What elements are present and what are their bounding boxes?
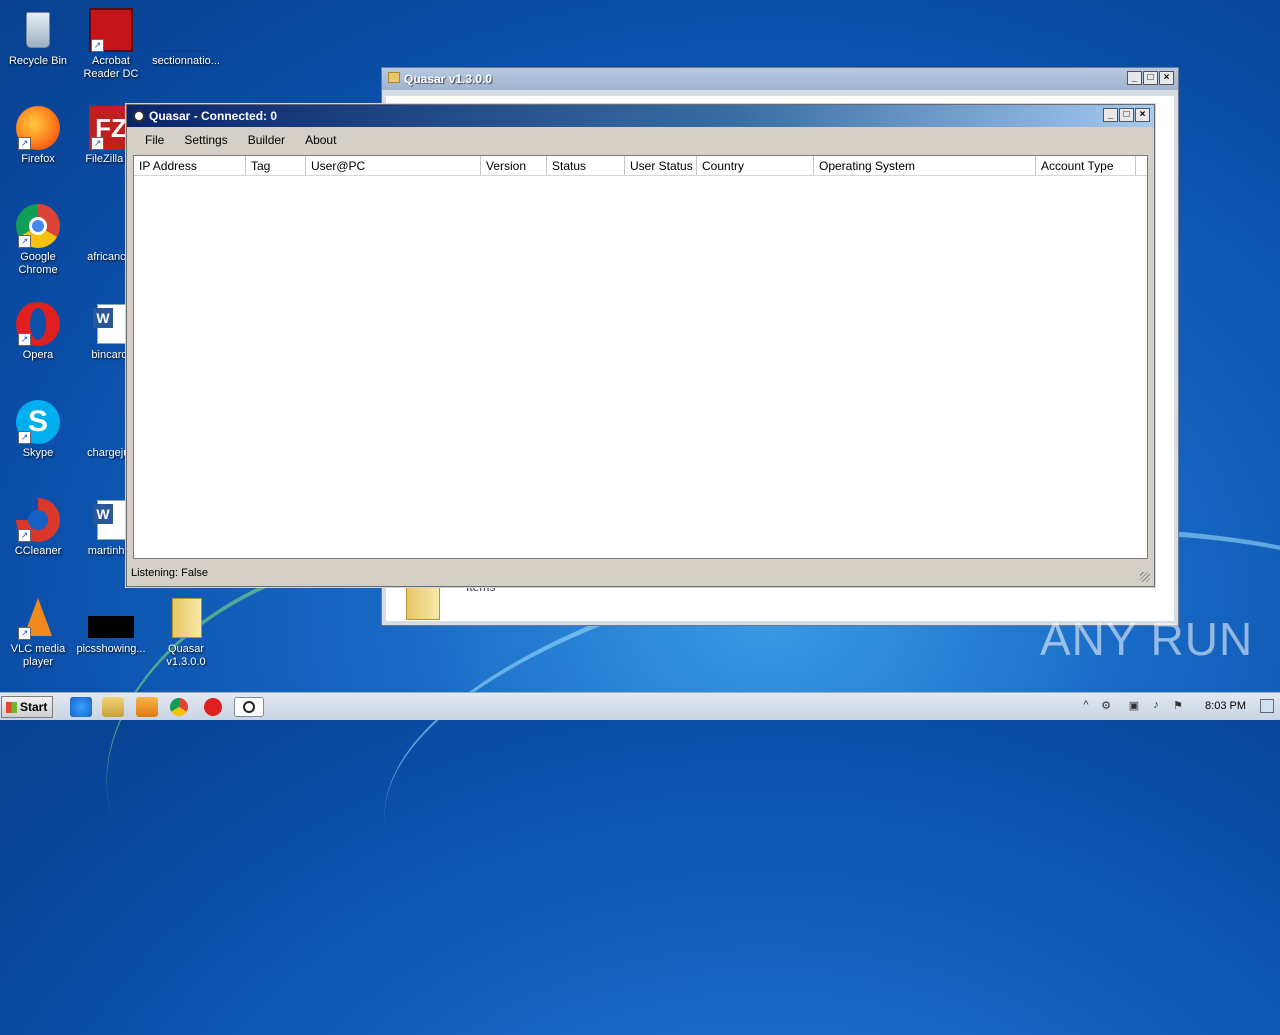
show-hidden-icons-icon[interactable]: ^ xyxy=(1079,699,1093,713)
ccleaner-icon: ↗ xyxy=(16,498,60,542)
start-label: Start xyxy=(20,700,48,714)
desktop-icon-label: Recycle Bin xyxy=(8,55,68,67)
chrome-icon: ↗ xyxy=(16,204,60,248)
desktop-icon-label: Quasar v1.3.0.0 xyxy=(166,643,206,668)
desktop-icon-label: CCleaner xyxy=(14,545,62,557)
close-button[interactable]: × xyxy=(1159,71,1174,85)
quasar-app-icon xyxy=(133,110,145,122)
clients-list[interactable]: IP Address Tag User@PC Version Status Us… xyxy=(133,155,1148,559)
desktop-icon-acrobat[interactable]: ↗ Acrobat Reader DC xyxy=(73,8,149,81)
desktop-icon-opera[interactable]: ↗ Opera xyxy=(0,302,76,362)
desktop-icon-label: Firefox xyxy=(21,153,55,165)
column-account-type[interactable]: Account Type xyxy=(1036,156,1136,175)
quasar-taskbar-button[interactable] xyxy=(234,697,264,717)
menu-file[interactable]: File xyxy=(135,129,174,151)
explorer-taskbar-icon[interactable] xyxy=(102,697,124,717)
column-country[interactable]: Country xyxy=(697,156,814,175)
menu-settings[interactable]: Settings xyxy=(174,129,237,151)
internet-explorer-icon[interactable] xyxy=(70,697,92,717)
window-title: Quasar - Connected: 0 xyxy=(149,109,278,123)
menu-about[interactable]: About xyxy=(295,129,346,151)
desktop-icon-label: picsshowing... xyxy=(76,643,146,655)
minimize-button[interactable]: _ xyxy=(1103,108,1118,122)
maximize-button[interactable]: □ xyxy=(1143,71,1158,85)
close-button[interactable]: × xyxy=(1135,108,1150,122)
column-operating-system[interactable]: Operating System xyxy=(814,156,1036,175)
show-desktop-button[interactable] xyxy=(1260,699,1274,713)
resize-grip-icon[interactable] xyxy=(1140,572,1150,582)
vlc-cone-icon: ↗ xyxy=(16,596,60,640)
folder-icon xyxy=(406,586,440,620)
desktop-icon-label: Skype xyxy=(22,447,54,459)
desktop-icon-label: Opera xyxy=(22,349,54,361)
desktop-icon-skype[interactable]: S ↗ Skype xyxy=(0,400,76,460)
skype-icon: S ↗ xyxy=(16,400,60,444)
clock[interactable]: 8:03 PM xyxy=(1205,700,1246,712)
column-version[interactable]: Version xyxy=(481,156,547,175)
desktop-icon-vlc[interactable]: ↗ VLC media player xyxy=(0,596,76,669)
folder-icon xyxy=(164,596,208,640)
volume-icon[interactable]: ♪ xyxy=(1149,699,1163,713)
acrobat-icon: ↗ xyxy=(89,8,133,52)
status-bar: Listening: False xyxy=(127,562,1154,586)
system-tray: ^ ⚙ ▣ ♪ ⚑ 8:03 PM xyxy=(1075,693,1280,721)
network-icon[interactable]: ▣ xyxy=(1127,699,1141,713)
column-status[interactable]: Status xyxy=(547,156,625,175)
desktop-icon-label: Google Chrome xyxy=(18,251,58,276)
firefox-icon: ↗ xyxy=(16,106,60,150)
column-tag[interactable]: Tag xyxy=(246,156,306,175)
start-button[interactable]: Start xyxy=(1,696,53,718)
action-center-flag-icon[interactable]: ⚑ xyxy=(1171,699,1185,713)
media-player-icon[interactable] xyxy=(136,697,158,717)
status-text: Listening: False xyxy=(131,567,209,579)
quasar-tray-icon[interactable]: ⚙ xyxy=(1099,699,1113,713)
desktop-icon-firefox[interactable]: ↗ Firefox xyxy=(0,106,76,166)
opera-taskbar-icon[interactable] xyxy=(204,698,222,716)
desktop-icon-ccleaner[interactable]: ↗ CCleaner xyxy=(0,498,76,558)
column-ip-address[interactable]: IP Address xyxy=(134,156,246,175)
windows-flag-icon xyxy=(6,702,17,713)
desktop-icon-label: sectionnatio... xyxy=(152,55,220,67)
image-file-icon xyxy=(88,596,134,640)
desktop-icon-picsshowing[interactable]: picsshowing... xyxy=(73,596,149,656)
menu-bar: File Settings Builder About xyxy=(127,127,1154,153)
recycle-bin-icon xyxy=(16,8,60,52)
quasar-main-window[interactable]: Quasar - Connected: 0 _ □ × File Setting… xyxy=(126,104,1155,587)
explorer-title: Quasar v1.3.0.0 xyxy=(404,72,493,86)
column-user-status[interactable]: User Status xyxy=(625,156,697,175)
menu-builder[interactable]: Builder xyxy=(238,129,295,151)
minimize-button[interactable]: _ xyxy=(1127,71,1142,85)
explorer-titlebar[interactable]: Quasar v1.3.0.0 _ □ × xyxy=(382,68,1178,90)
main-titlebar[interactable]: Quasar - Connected: 0 _ □ × xyxy=(127,105,1154,127)
maximize-button[interactable]: □ xyxy=(1119,108,1134,122)
desktop-icon-sectionnatio[interactable]: sectionnatio... xyxy=(148,8,224,68)
taskbar: Start ^ ⚙ ▣ ♪ ⚑ 8:03 PM xyxy=(0,692,1280,720)
list-header: IP Address Tag User@PC Version Status Us… xyxy=(134,156,1147,176)
desktop-icon-label: VLC media player xyxy=(10,643,66,668)
quasar-app-icon xyxy=(243,701,255,713)
folder-icon xyxy=(388,72,400,83)
watermark: ANY RUN xyxy=(1040,613,1254,665)
file-icon xyxy=(162,8,210,52)
column-user-pc[interactable]: User@PC xyxy=(306,156,481,175)
opera-icon: ↗ xyxy=(16,302,60,346)
desktop-icon-quasar-folder[interactable]: Quasar v1.3.0.0 xyxy=(148,596,224,669)
desktop-icon-label: Acrobat Reader DC xyxy=(83,55,139,80)
desktop-icon-chrome[interactable]: ↗ Google Chrome xyxy=(0,204,76,277)
desktop-icon-recycle-bin[interactable]: Recycle Bin xyxy=(0,8,76,68)
chrome-taskbar-icon[interactable] xyxy=(170,698,188,716)
